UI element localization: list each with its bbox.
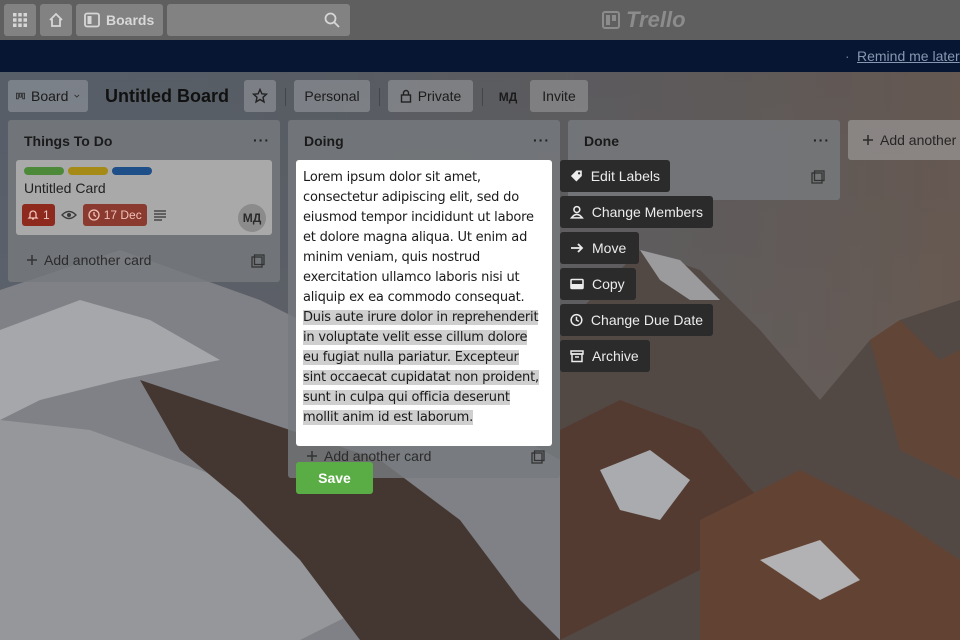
card-member-avatar[interactable]: МД: [238, 204, 266, 232]
copy-button[interactable]: Copy: [560, 268, 636, 300]
divider: [379, 88, 380, 106]
trello-logo[interactable]: Trello: [602, 7, 686, 33]
card-text-unselected: Lorem ipsum dolor sit amet, consectetur …: [303, 170, 534, 305]
search-icon[interactable]: [324, 12, 340, 28]
quick-action-label: Change Members: [591, 204, 703, 220]
edit-labels-button[interactable]: Edit Labels: [560, 160, 670, 192]
apps-button[interactable]: [4, 4, 36, 36]
banner-separator: ·: [845, 48, 850, 64]
plus-icon: [863, 135, 873, 145]
boards-icon: [84, 12, 100, 28]
invite-label: Invite: [542, 88, 576, 104]
list-menu-button[interactable]: ···: [533, 132, 550, 148]
private-label: Private: [417, 88, 462, 104]
list-title[interactable]: Doing: [304, 133, 344, 149]
board-view-icon: [16, 92, 25, 100]
star-button[interactable]: [244, 80, 276, 112]
quick-action-label: Change Due Date: [590, 312, 703, 328]
card-text-selected: Duis aute irure dolor in reprehenderit i…: [303, 310, 539, 425]
personal-button[interactable]: Personal: [294, 80, 370, 112]
board-view-switcher[interactable]: Board: [8, 80, 88, 112]
clock-icon: [570, 313, 583, 327]
move-button[interactable]: Move: [560, 232, 639, 264]
save-button[interactable]: Save: [296, 462, 373, 494]
boards-label: Boards: [106, 12, 155, 28]
notification-count: 1: [43, 208, 50, 222]
invite-button[interactable]: Invite: [530, 80, 588, 112]
quick-action-label: Move: [592, 240, 627, 256]
plus-icon: [27, 255, 37, 265]
trello-logo-icon: [602, 11, 620, 29]
add-list-button[interactable]: Add another: [848, 120, 960, 160]
list-menu-button[interactable]: ···: [813, 132, 830, 148]
change-members-button[interactable]: Change Members: [560, 196, 713, 228]
tag-icon: [570, 170, 582, 182]
change-due-date-button[interactable]: Change Due Date: [560, 304, 713, 336]
home-button[interactable]: [40, 4, 72, 36]
visibility-button[interactable]: Private: [388, 80, 473, 112]
add-card-label: Add another card: [44, 252, 152, 268]
board-title[interactable]: Untitled Board: [105, 86, 229, 107]
personal-label: Personal: [304, 88, 360, 104]
archive-icon: [570, 350, 584, 363]
card-label-blue[interactable]: [112, 167, 152, 175]
lock-icon: [400, 89, 411, 103]
card-title: Untitled Card: [24, 180, 106, 196]
list-title[interactable]: Done: [584, 133, 619, 149]
quick-action-label: Edit Labels: [590, 168, 660, 184]
due-date-badge[interactable]: 17 Dec: [82, 204, 147, 226]
list-title[interactable]: Things To Do: [24, 133, 112, 149]
divider: [482, 88, 483, 106]
plus-icon: [307, 451, 317, 461]
card-label-yellow[interactable]: [68, 167, 108, 175]
card-template-icon[interactable]: [811, 170, 825, 184]
board-view-label: Board: [31, 88, 69, 104]
eye-icon[interactable]: [60, 209, 77, 221]
card-template-icon[interactable]: [531, 450, 545, 464]
list-things-to-do: Things To Do ··· Untitled Card 1 17 Dec …: [8, 120, 280, 282]
description-icon: [153, 210, 166, 221]
notification-badge[interactable]: 1: [22, 204, 55, 226]
archive-button[interactable]: Archive: [560, 340, 650, 372]
top-header: Boards Trello: [0, 0, 960, 40]
logo-text: Trello: [626, 7, 686, 32]
member-avatar[interactable]: МД: [492, 83, 524, 111]
person-icon: [570, 205, 584, 219]
card-template-icon[interactable]: [251, 254, 265, 268]
list-menu-button[interactable]: ···: [253, 132, 270, 148]
card[interactable]: Untitled Card 1 17 Dec МД: [16, 160, 272, 235]
remind-me-later-link[interactable]: Remind me later: [857, 48, 960, 64]
quick-action-label: Archive: [592, 348, 639, 364]
board-header: Board Untitled Board Personal Private МД…: [0, 72, 960, 120]
clock-icon: [88, 209, 100, 221]
card-edit-text: Lorem ipsum dolor sit amet, consectetur …: [303, 168, 545, 428]
divider: [285, 88, 286, 106]
boards-button[interactable]: Boards: [76, 4, 163, 36]
quick-action-label: Copy: [592, 276, 625, 292]
add-list-label: Add another: [880, 132, 957, 148]
grid-icon: [13, 13, 27, 27]
card-label-green[interactable]: [24, 167, 64, 175]
card-badges: 1 17 Dec: [22, 204, 167, 226]
add-card-button[interactable]: Add another card: [26, 252, 151, 268]
arrow-right-icon: [571, 243, 584, 253]
reminder-banner: · Remind me later: [0, 40, 960, 72]
search-input[interactable]: [167, 4, 350, 36]
chevron-down-icon: [74, 94, 80, 98]
card-icon: [570, 278, 584, 290]
star-icon: [252, 88, 268, 104]
card-edit-textarea[interactable]: Lorem ipsum dolor sit amet, consectetur …: [296, 160, 552, 446]
due-date: 17 Dec: [103, 208, 142, 222]
bell-icon: [27, 210, 39, 220]
home-icon: [49, 12, 63, 27]
